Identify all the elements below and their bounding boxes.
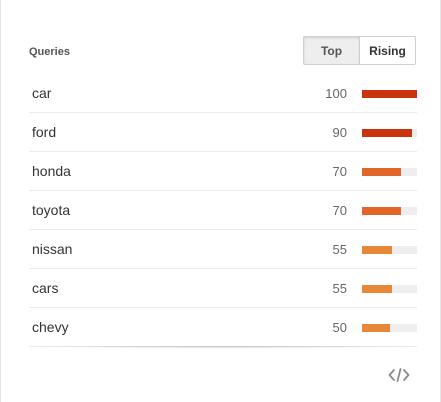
query-label: ford (32, 124, 57, 140)
list-item[interactable]: honda 70 (29, 152, 417, 191)
query-value: 55 (332, 242, 347, 257)
queries-list: car 100 ford 90 honda 70 toyota 70 nissa… (29, 74, 417, 347)
query-bar-track (362, 246, 417, 254)
list-item[interactable]: car 100 (29, 74, 417, 113)
list-bottom-divider (29, 346, 417, 349)
related-queries-card: Queries Top Rising car 100 ford 90 honda… (0, 0, 441, 402)
query-value: 50 (332, 320, 347, 335)
query-bar-fill (362, 129, 412, 137)
card-title: Queries (29, 46, 70, 58)
query-label: car (32, 85, 52, 101)
query-label: chevy (32, 319, 69, 335)
query-bar-fill (362, 285, 393, 293)
query-bar-fill (362, 207, 401, 215)
query-label: honda (32, 163, 71, 179)
query-value: 70 (332, 203, 347, 218)
query-value: 55 (332, 281, 347, 296)
top-toggle-button[interactable]: Top (303, 36, 360, 65)
query-bar-fill (362, 90, 417, 98)
code-embed-icon[interactable] (388, 366, 410, 384)
rising-toggle-button[interactable]: Rising (360, 36, 416, 65)
query-bar-track (362, 285, 417, 293)
query-bar-track (362, 207, 417, 215)
code-embed-icon-glyph (388, 368, 410, 382)
list-item[interactable]: ford 90 (29, 113, 417, 152)
query-value: 70 (332, 164, 347, 179)
query-label: toyota (32, 202, 71, 218)
top-rising-toggle: Top Rising (303, 36, 416, 65)
query-label: cars (32, 280, 59, 296)
query-bar-track (362, 324, 417, 332)
list-item[interactable]: toyota 70 (29, 191, 417, 230)
query-label: nissan (32, 241, 73, 257)
query-bar-fill (362, 324, 390, 332)
query-bar-fill (362, 246, 393, 254)
query-bar-track (362, 90, 417, 98)
query-value: 90 (332, 125, 347, 140)
list-item[interactable]: chevy 50 (29, 308, 417, 347)
list-item[interactable]: cars 55 (29, 269, 417, 308)
query-value: 100 (325, 86, 347, 101)
list-item[interactable]: nissan 55 (29, 230, 417, 269)
query-bar-track (362, 129, 417, 137)
card-header: Queries Top Rising (29, 36, 416, 66)
query-bar-fill (362, 168, 401, 176)
query-bar-track (362, 168, 417, 176)
